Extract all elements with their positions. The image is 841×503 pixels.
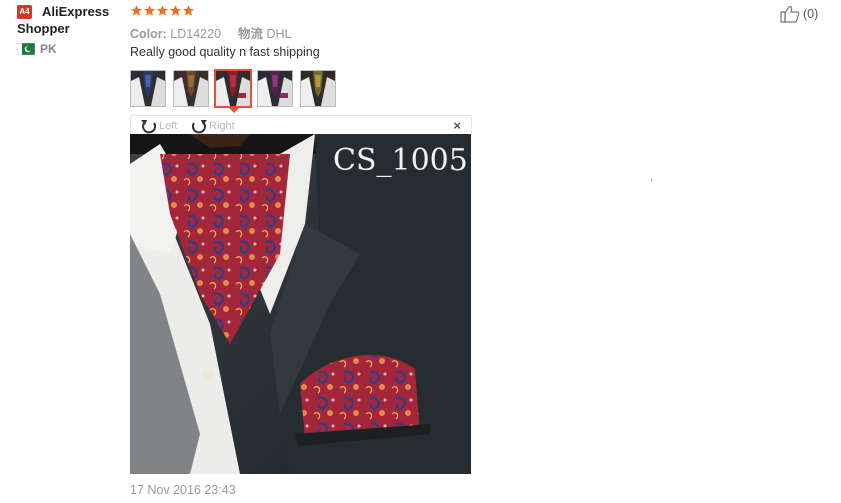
product-photo-illustration	[130, 134, 471, 474]
pakistan-flag-icon	[17, 43, 35, 55]
stray-pixel	[651, 180, 652, 181]
review-photo: CS_1005	[130, 134, 471, 474]
star-rating	[130, 4, 195, 18]
helpful-button[interactable]: (0)	[780, 4, 818, 24]
review-thumbnail-active[interactable]	[214, 69, 252, 108]
star-icon	[144, 5, 155, 16]
photo-watermark: CS_1005	[333, 143, 468, 178]
review-thumbnail[interactable]	[173, 70, 209, 107]
user-level-badge: A4	[17, 5, 32, 19]
property-key: 物流	[238, 27, 264, 41]
close-viewer-button[interactable]: ×	[453, 118, 461, 133]
property-key: Color:	[130, 27, 167, 41]
rotate-right-label: Right	[209, 119, 235, 132]
review-thumbnail[interactable]	[130, 70, 166, 107]
country-code: PK	[40, 42, 57, 56]
thumbs-up-icon	[780, 5, 800, 23]
property-value: LD14220	[170, 27, 222, 41]
review-text: Really good quality n fast shipping	[130, 45, 320, 59]
rotate-right-button[interactable]: Right	[189, 116, 235, 135]
review-thumbnail[interactable]	[257, 70, 293, 107]
rotate-left-label: Left	[159, 119, 178, 132]
active-thumbnail-indicator	[229, 108, 239, 113]
reviewer-name: AliExpress Shopper	[17, 4, 110, 36]
star-icon	[131, 5, 142, 16]
helpful-count: (0)	[803, 7, 819, 21]
rotate-left-button[interactable]: Left	[139, 116, 177, 135]
order-properties: Color: LD14220 物流 DHL	[130, 23, 292, 42]
star-icon	[157, 5, 168, 16]
rotate-left-icon	[141, 119, 157, 133]
review-date: 17 Nov 2016 23:43	[130, 483, 236, 497]
review-thumbnail[interactable]	[300, 70, 336, 107]
star-icon	[183, 5, 194, 16]
rotate-right-icon	[191, 119, 207, 133]
property-value: DHL	[266, 27, 292, 41]
star-icon	[170, 5, 181, 16]
image-viewer-toolbar: Left Right ×	[130, 115, 472, 135]
